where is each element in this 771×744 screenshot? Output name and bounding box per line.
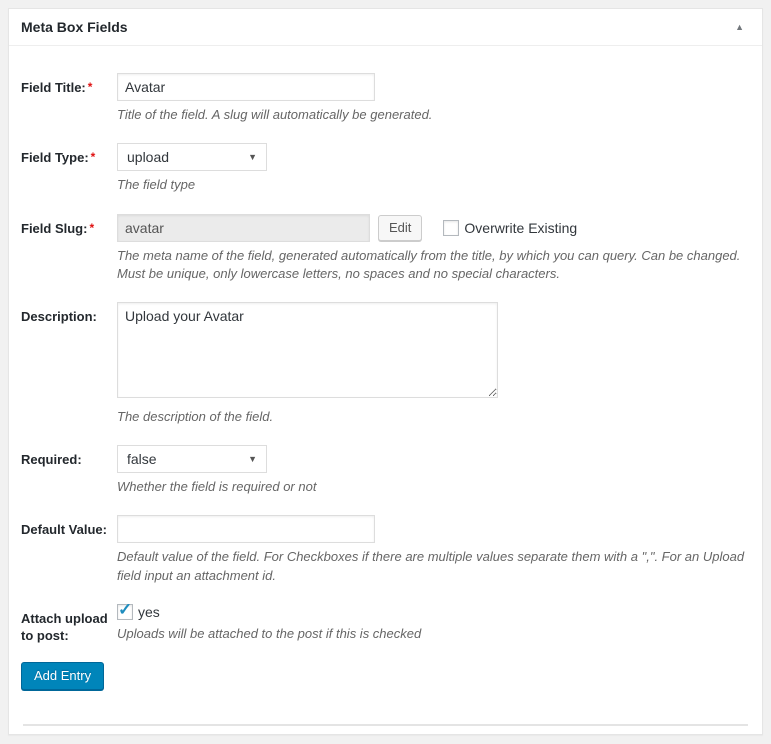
field-type-selected-value: upload [127,149,170,166]
bottom-divider [23,723,748,726]
field-slug-help: The meta name of the field, generated au… [117,247,741,281]
field-type-select[interactable]: upload ▼ [117,143,267,172]
overwrite-existing-checkbox[interactable] [443,219,460,236]
description-textarea[interactable]: Upload your Avatar [117,301,498,398]
field-title-input[interactable] [117,73,375,102]
default-value-help: Default value of the field. For Checkbox… [117,549,745,583]
field-type-help: The field type [117,177,196,193]
required-selected-value: false [127,451,157,468]
page-wrap: Meta Box Fields ▲ Field Title:* Title of… [0,0,771,744]
field-slug-row: Field Slug:* Edit Overwrite Existing The… [21,213,750,283]
required-asterisk: * [89,220,95,235]
attach-upload-label-text: Attach upload to post: [21,610,108,644]
required-select[interactable]: false ▼ [117,445,267,474]
description-row: Description: Upload your Avatar The desc… [21,301,750,426]
attach-upload-checkbox[interactable]: ✓ [117,599,133,620]
edit-slug-button[interactable]: Edit [378,214,423,241]
required-row: Required: false ▼ Whether the field is r… [21,445,750,496]
field-type-row: Field Type: * upload ▼ The field type [21,143,750,194]
default-value-row: Default Value: Default value of the fiel… [21,515,750,584]
field-slug-input[interactable] [117,213,370,242]
field-slug-label-text: Field Slug: [21,220,88,236]
meta-box-fields-panel: Meta Box Fields ▲ Field Title:* Title of… [8,8,763,735]
description-label: Description: [21,302,117,426]
field-title-row: Field Title:* Title of the field. A slug… [21,73,750,124]
panel-title: Meta Box Fields [21,19,128,35]
attach-upload-label: Attach upload to post: [21,604,117,645]
required-help: Whether the field is required or not [117,479,317,495]
add-entry-button[interactable]: Add Entry [21,661,105,690]
attach-upload-checkbox-label: yes [138,603,160,620]
field-title-help: Title of the field. A slug will automati… [117,107,433,123]
required-label: Required: [21,445,117,496]
collapse-panel-icon[interactable]: ▲ [729,22,750,32]
default-value-label: Default Value: [21,515,117,584]
field-type-label-text: Field Type: [21,150,89,166]
chevron-down-icon: ▼ [248,152,257,163]
panel-body: Field Title:* Title of the field. A slug… [9,73,762,726]
checkmark-icon: ✓ [118,599,133,619]
default-value-label-text: Default Value: [21,522,107,538]
required-asterisk: * [90,150,96,165]
field-title-label: Field Title: * [21,73,117,124]
default-value-input[interactable] [117,515,375,544]
attach-upload-help: Uploads will be attached to the post if … [117,625,422,641]
overwrite-existing-label: Overwrite Existing [464,219,578,236]
field-type-label: Field Type: * [21,143,117,194]
overwrite-existing-group: Overwrite Existing [443,219,578,236]
field-slug-label: Field Slug: * [21,214,117,283]
panel-header: Meta Box Fields ▲ [9,9,762,47]
chevron-down-icon: ▼ [248,454,257,465]
field-title-label-text: Field Title: [21,80,86,96]
required-asterisk: * [87,80,93,95]
required-label-text: Required: [21,452,82,468]
description-label-text: Description: [21,308,97,324]
attach-upload-row: Attach upload to post: ✓ yes Uploads wil… [21,599,750,645]
description-help: The description of the field. [117,408,274,424]
